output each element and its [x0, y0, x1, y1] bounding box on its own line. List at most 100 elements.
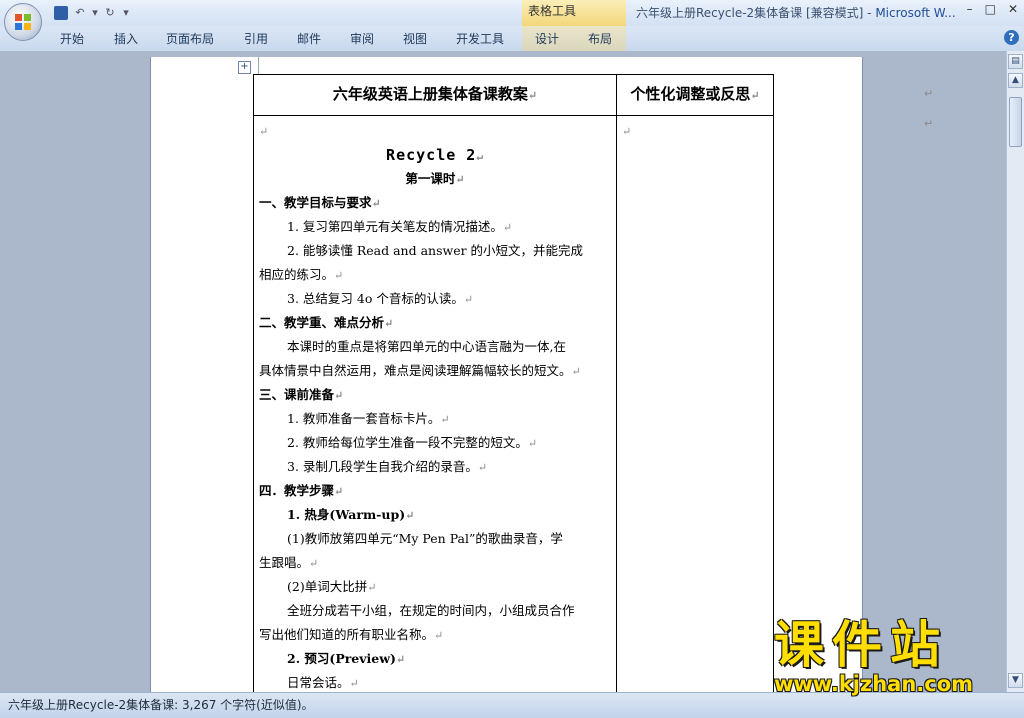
window-controls: – □ ✕: [967, 2, 1018, 16]
document-line: 写出他们知道的所有职业名称。↵: [259, 623, 611, 647]
tab-developer[interactable]: 开发工具: [456, 30, 504, 47]
scroll-thumb[interactable]: [1009, 97, 1022, 147]
line-text: (1)教师放第四单元“My Pen Pal”的歌曲录音，学: [287, 531, 563, 546]
document-line: 生跟唱。↵: [259, 551, 611, 575]
line-text: 具体情景中自然运用，难点是阅读理解篇幅较长的短文。: [259, 363, 572, 378]
app-title: Microsoft W...: [875, 6, 956, 20]
minimize-icon[interactable]: –: [967, 2, 973, 16]
document-line: (2)单词大比拼↵: [259, 575, 611, 599]
scroll-down-icon[interactable]: ▼: [1008, 673, 1023, 688]
pilcrow: ↵: [463, 293, 474, 306]
pilcrow: ↵: [309, 557, 319, 570]
line-text: 本课时的重点是将第四单元的中心语言融为一体,在: [287, 339, 566, 354]
tab-review[interactable]: 审阅: [350, 30, 374, 47]
pilcrow: ↵: [477, 461, 488, 474]
context-tools-label: 表格工具: [522, 0, 626, 26]
document-line: 一、教学目标与要求↵: [259, 191, 611, 215]
line-text: 2. 预习(Preview): [287, 651, 396, 666]
line-text: 一、教学目标与要求: [259, 195, 372, 210]
reflection-cell[interactable]: ↵: [616, 115, 774, 692]
header-right-text: 个性化调整或反思: [630, 85, 751, 103]
document-line: 三、课前准备↵: [259, 383, 611, 407]
line-text: 写出他们知道的所有职业名称。: [259, 627, 435, 642]
watermark-url: www.kjzhan.com: [774, 672, 974, 696]
tab-mailings[interactable]: 邮件: [297, 30, 321, 47]
undo-icon[interactable]: ↶: [72, 5, 88, 21]
office-logo-icon: [15, 14, 31, 30]
pilcrow: ↵: [384, 317, 394, 330]
lesson-plan-table: 六年级英语上册集体备课教案↵ 个性化调整或反思↵ ↵ Recycle 2↵ 第一课时…: [253, 74, 774, 692]
header-cell-lesson-plan[interactable]: 六年级英语上册集体备课教案↵: [253, 74, 617, 116]
tab-design[interactable]: 设计: [535, 30, 559, 47]
pilcrow: ↵: [527, 437, 538, 450]
vertical-scrollbar[interactable]: ▤ ▲ ▼: [1006, 51, 1024, 692]
line-text: 全班分成若干小组，在规定的时间内，小组成员合作: [287, 603, 575, 618]
tab-page-layout[interactable]: 页面布局: [166, 30, 214, 47]
title-bar: ↶ ▾ ↻ ▾ 表格工具 六年级上册Recycle-2集体备课 [兼容模式] -…: [0, 0, 1024, 26]
tab-home[interactable]: 开始: [60, 30, 84, 47]
line-text: 1. 教师准备一套音标卡片。: [287, 411, 441, 426]
pilcrow: ↵: [455, 173, 465, 186]
document-line: 1. 教师准备一套音标卡片。↵: [259, 407, 611, 431]
help-icon[interactable]: ?: [1004, 30, 1019, 45]
pilcrow: ↵: [367, 581, 377, 594]
document-line: 本课时的重点是将第四单元的中心语言融为一体,在: [259, 335, 611, 359]
document-line: ↵: [259, 119, 611, 143]
pilcrow: ↵: [440, 413, 450, 426]
header-cell-reflection[interactable]: 个性化调整或反思↵: [616, 74, 774, 116]
header-left-text: 六年级英语上册集体备课教案: [332, 85, 528, 103]
document-line: 2. 能够读懂 Read and answer 的小短文，并能完成: [259, 239, 611, 263]
document-line: (1)教师放第四单元“My Pen Pal”的歌曲录音，学: [259, 527, 611, 551]
close-icon[interactable]: ✕: [1008, 2, 1018, 16]
document-line: 1. 复习第四单元有关笔友的情况描述。↵: [259, 215, 611, 239]
tab-insert[interactable]: 插入: [114, 30, 138, 47]
document-line: 第一课时↵: [259, 167, 611, 191]
save-icon[interactable]: [54, 6, 68, 20]
undo-dropdown-icon[interactable]: ▾: [92, 5, 98, 21]
pilcrow: ↵: [371, 197, 381, 210]
pilcrow: ↵: [750, 89, 760, 102]
ribbon-tabs: 开始 插入 页面布局 引用 邮件 审阅 视图 开发工具 设计 布局 ?: [0, 26, 1024, 52]
margin-mark-left: [258, 57, 259, 75]
pilcrow: ↵: [334, 269, 344, 282]
pilcrow: ↵: [405, 509, 415, 522]
pilcrow: ↵: [571, 365, 581, 378]
document-line: 3. 总结复习 4o 个音标的认读。↵: [259, 287, 611, 311]
row-end-mark: ↵: [924, 87, 934, 100]
scroll-up-icon[interactable]: ▲: [1008, 73, 1023, 88]
tab-layout[interactable]: 布局: [588, 30, 612, 47]
lesson-content-cell[interactable]: ↵ Recycle 2↵ 第一课时↵ 一、教学目标与要求↵ 1. 复习第四单元有关笔友的…: [253, 115, 617, 692]
line-text: 2. 教师给每位学生准备一段不完整的短文。: [287, 435, 528, 450]
line-text: 1. 热身(Warm-up): [287, 507, 406, 522]
line-text: 1. 复习第四单元有关笔友的情况描述。: [287, 219, 503, 234]
customize-qat-icon[interactable]: ▾: [122, 5, 130, 21]
pilcrow: ↵: [502, 221, 513, 234]
line-text: 日常会话。: [287, 675, 350, 690]
line-text: 三、课前准备: [259, 387, 335, 402]
kjzhan-watermark: 课件站 www.kjzhan.com: [774, 616, 1004, 696]
document-line: 相应的练习。↵: [259, 263, 611, 287]
tab-view[interactable]: 视图: [403, 30, 427, 47]
office-button[interactable]: [4, 3, 42, 41]
line-text: 相应的练习。: [259, 267, 335, 282]
document-line: 四．教学步骤↵: [259, 479, 611, 503]
watermark-cn: 课件站: [774, 616, 948, 674]
document-page[interactable]: + 六年级英语上册集体备课教案↵ 个性化调整或反思↵ ↵ Recycle 2↵ 第一…: [150, 57, 933, 692]
line-text: 3. 录制几段学生自我介绍的录音。: [287, 459, 478, 474]
maximize-icon[interactable]: □: [985, 2, 996, 16]
document-line: 3. 录制几段学生自我介绍的录音。↵: [259, 455, 611, 479]
pilcrow: ↵: [434, 629, 444, 642]
pilcrow: ↵: [395, 653, 406, 666]
ruler-toggle-icon[interactable]: ▤: [1008, 54, 1023, 69]
pilcrow: ↵: [334, 485, 344, 498]
document-line: 二、教学重、难点分析↵: [259, 311, 611, 335]
table-move-handle-icon[interactable]: +: [238, 61, 251, 74]
document-workspace: + 六年级英语上册集体备课教案↵ 个性化调整或反思↵ ↵ Recycle 2↵ 第一…: [0, 51, 1006, 692]
pilcrow: ↵: [476, 150, 484, 163]
pilcrow: ↵: [622, 125, 632, 138]
tab-references[interactable]: 引用: [244, 30, 268, 47]
word-count-status[interactable]: 六年级上册Recycle-2集体备课: 3,267 个字符(近似值)。: [8, 698, 314, 712]
redo-icon[interactable]: ↻: [102, 5, 118, 21]
line-text: 3. 总结复习 4o 个音标的认读。: [287, 291, 464, 306]
line-text: 2. 能够读懂 Read and answer 的小短文，并能完成: [287, 243, 584, 258]
